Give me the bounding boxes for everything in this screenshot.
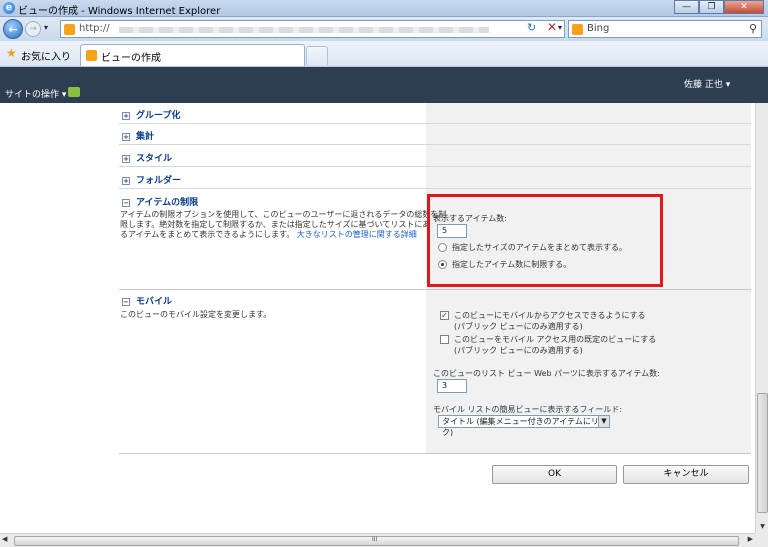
view-settings-content: + グループ化 + 集計 + スタイル + フォルダー − アイテムの制限 アイテムの制限… (0, 103, 755, 533)
back-button[interactable]: ← (3, 19, 23, 39)
url-blurred (119, 27, 489, 33)
section-header-mobile[interactable]: − モバイル (122, 294, 172, 307)
page-favicon-icon (64, 24, 75, 35)
mobile-access-label: このビューにモバイルからアクセスできるようにする (パブリック ビューにのみ適用… (454, 311, 646, 331)
new-tab-button[interactable] (306, 46, 328, 65)
section-header-totals[interactable]: + 集計 (122, 129, 154, 142)
search-input[interactable]: Bing ⚲ (568, 20, 762, 38)
section-header-group[interactable]: + グループ化 (122, 108, 180, 121)
forward-button[interactable]: → (25, 21, 41, 37)
vertical-scrollbar[interactable]: ▼ (755, 103, 768, 533)
close-button[interactable]: ✕ (724, 0, 764, 14)
ie-logo-icon: e (3, 2, 15, 14)
url-text: http:// (79, 23, 110, 34)
section-header-item-limit[interactable]: − アイテムの制限 (122, 195, 198, 208)
address-input[interactable]: http:// ▾ (60, 20, 565, 38)
window-controls: — ❐ ✕ (674, 0, 764, 14)
tab-title: ビューの作成 (101, 53, 161, 64)
section-divider (119, 453, 751, 454)
section-style: + スタイル (119, 145, 751, 167)
scroll-right-icon[interactable]: ▶ (748, 535, 753, 543)
expand-icon[interactable]: + (122, 111, 130, 120)
mobile-default-checkbox[interactable] (440, 335, 449, 344)
edit-page-icon[interactable] (68, 87, 80, 97)
cancel-button[interactable]: キャンセル (623, 465, 749, 484)
collapse-icon[interactable]: − (122, 198, 130, 207)
item-limit-description: アイテムの制限オプションを使用して、このビューのユーザーに返されるデータの総数を… (120, 210, 447, 239)
search-provider: Bing (587, 23, 610, 34)
favorites-star-icon[interactable]: ★ (6, 46, 17, 60)
address-toolbar: ← → ▾ http:// ▾ ↻ ✕ Bing ⚲ (0, 17, 768, 41)
section-folders: + フォルダー (119, 167, 751, 189)
address-dropdown-icon[interactable]: ▾ (558, 23, 562, 32)
title-bar: e ビューの作成 - Windows Internet Explorer — ❐… (0, 0, 768, 17)
mobile-access-checkbox[interactable]: ✓ (440, 311, 449, 320)
horizontal-scrollbar[interactable]: ◀ III ▶ (0, 533, 755, 547)
favorites-bar: ★ お気に入り ビューの作成 (0, 41, 768, 67)
minimize-button[interactable]: — (674, 0, 699, 14)
favorites-button[interactable]: お気に入り (21, 48, 71, 63)
bing-icon (572, 24, 583, 35)
scroll-left-icon[interactable]: ◀ (2, 535, 7, 543)
mobile-field-label: モバイル リストの簡易ビューに表示するフィールド: (433, 405, 623, 414)
sharepoint-ribbon: サイトの操作 ▾ 佐藤 正也 ▾ (0, 67, 768, 103)
vertical-scroll-thumb[interactable] (757, 393, 768, 513)
restore-button[interactable]: ❐ (699, 0, 724, 14)
webpart-count-input[interactable]: 3 (437, 379, 467, 393)
expand-icon[interactable]: + (122, 132, 130, 141)
mobile-description: このビューのモバイル設定を変更します。 (120, 310, 272, 319)
expand-icon[interactable]: + (122, 154, 130, 163)
large-list-help-link[interactable]: 大きなリストの管理に関する詳細 (297, 230, 417, 239)
highlight-box (427, 194, 663, 287)
search-icon[interactable]: ⚲ (749, 22, 757, 35)
browser-tab[interactable]: ビューの作成 (80, 44, 305, 66)
site-actions-menu[interactable]: サイトの操作 ▾ (5, 87, 66, 100)
ok-button[interactable]: OK (492, 465, 617, 484)
collapse-icon[interactable]: − (122, 297, 130, 306)
section-totals: + 集計 (119, 124, 751, 145)
refresh-icon[interactable]: ↻ (527, 21, 536, 34)
mobile-default-label: このビューをモバイル アクセス用の既定のビューにする (パブリック ビューにのみ… (454, 335, 657, 355)
tab-favicon-icon (86, 50, 97, 61)
user-menu[interactable]: 佐藤 正也 ▾ (684, 77, 730, 90)
section-header-style[interactable]: + スタイル (122, 151, 172, 164)
history-dropdown-icon[interactable]: ▾ (44, 23, 48, 32)
scrollbar-corner (755, 533, 768, 547)
mobile-field-select[interactable]: タイトル (編集メニュー付きのアイテムにリンク) ▼ (438, 415, 610, 437)
scroll-down-icon[interactable]: ▼ (757, 521, 768, 532)
chevron-down-icon[interactable]: ▼ (598, 416, 609, 427)
section-group: + グループ化 (119, 103, 751, 124)
expand-icon[interactable]: + (122, 176, 130, 185)
scroll-grip: III (372, 536, 378, 543)
section-header-folders[interactable]: + フォルダー (122, 173, 181, 186)
window-title: ビューの作成 - Windows Internet Explorer (18, 6, 221, 17)
stop-icon[interactable]: ✕ (547, 20, 557, 34)
section-divider (119, 289, 751, 290)
webpart-count-label: このビューのリスト ビュー Web パーツに表示するアイテム数: (433, 369, 660, 378)
